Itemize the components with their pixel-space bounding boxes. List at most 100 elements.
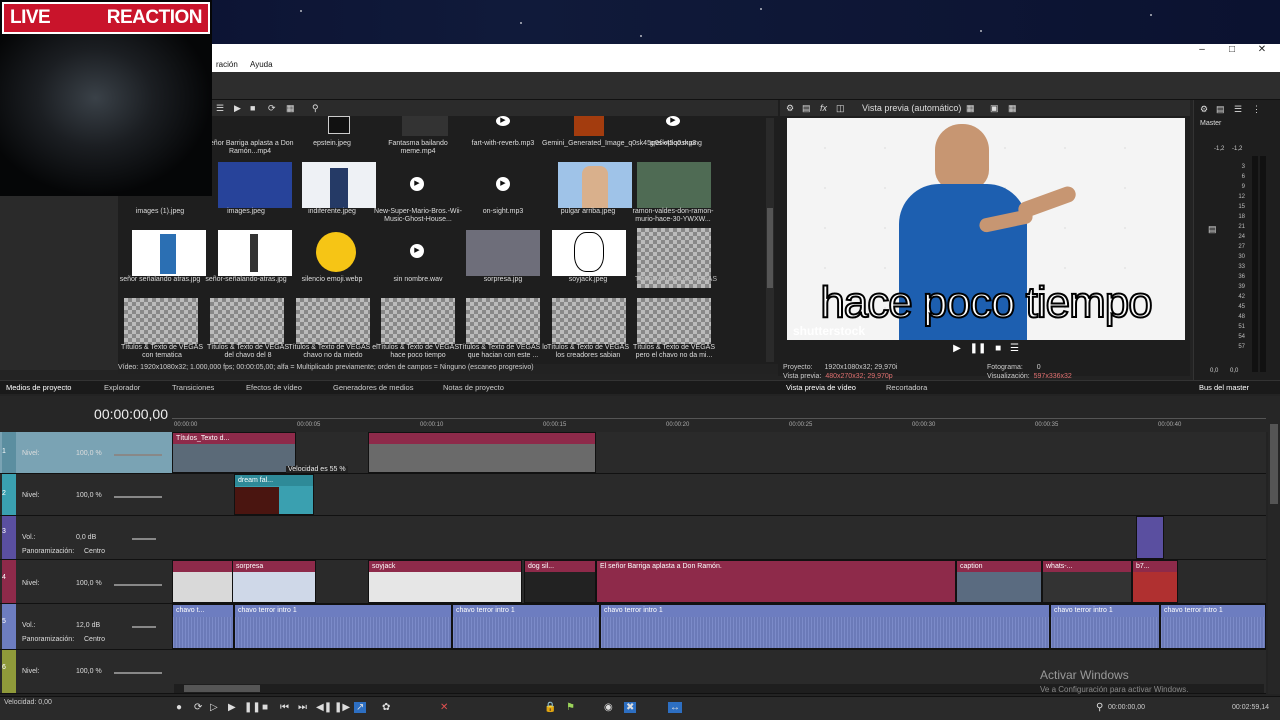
track-header-3[interactable]: 3 Vol.: 0,0 dB Panoramización: Centro xyxy=(0,516,172,560)
audio-clip[interactable]: chavo t... xyxy=(172,604,234,649)
track-header-5[interactable]: 5 Vol.: 12,0 dB Panoramización: Centro xyxy=(0,604,172,650)
stop-icon[interactable]: ■ xyxy=(995,343,1001,354)
media-thumb[interactable] xyxy=(302,116,376,136)
gear-icon[interactable]: ⚙ xyxy=(1200,104,1208,115)
level-slider[interactable] xyxy=(114,454,162,456)
media-thumb[interactable] xyxy=(637,162,711,208)
media-thumb[interactable] xyxy=(218,230,292,276)
tab-notas[interactable]: Notas de proyecto xyxy=(443,383,504,392)
media-thumb[interactable] xyxy=(218,116,292,136)
tab-recortadora[interactable]: Recortadora xyxy=(886,383,927,392)
image-clip[interactable]: dog sil... xyxy=(524,560,596,603)
media-thumb[interactable] xyxy=(558,116,632,136)
media-thumb[interactable] xyxy=(124,298,198,344)
timeline-vscroll[interactable] xyxy=(1268,418,1280,694)
more-icon[interactable]: ⋮ xyxy=(1252,104,1261,115)
stop-icon[interactable]: ■ xyxy=(250,103,255,113)
media-thumb[interactable] xyxy=(388,116,462,136)
snap-icon[interactable]: ◉ xyxy=(604,702,613,713)
media-thumb[interactable] xyxy=(302,162,376,208)
media-thumb[interactable] xyxy=(381,298,455,344)
go-start-icon[interactable]: ⏮ xyxy=(280,702,289,713)
crossfade-icon[interactable]: ↔ xyxy=(668,702,682,713)
lock-icon[interactable]: 🔒 xyxy=(544,702,556,713)
fader-handle[interactable]: ▤ xyxy=(1208,224,1217,235)
media-thumb[interactable] xyxy=(218,162,292,208)
options-icon[interactable]: ☰ xyxy=(216,103,224,114)
media-thumb[interactable] xyxy=(210,298,284,344)
bus-icon[interactable]: ▤ xyxy=(1216,104,1225,115)
menu-item-configuracion[interactable]: ración xyxy=(216,58,238,72)
level-slider[interactable] xyxy=(114,672,162,674)
media-thumb[interactable] xyxy=(637,298,711,344)
cursor-icon[interactable]: ⚲ xyxy=(1096,702,1103,713)
copy-icon[interactable]: ▣ xyxy=(990,103,999,114)
loop-icon[interactable]: ⟳ xyxy=(194,702,202,713)
pause-icon[interactable]: ❚❚ xyxy=(970,343,987,354)
minimize-icon[interactable]: – xyxy=(1187,44,1217,58)
audio-clip[interactable]: chavo terror intro 1 xyxy=(600,604,1050,649)
track-header-1[interactable]: 1 Nivel: 100,0 % xyxy=(0,432,172,474)
stop-icon[interactable]: ■ xyxy=(262,702,268,713)
play-start-icon[interactable]: ▷ xyxy=(210,702,218,713)
media-scrollbar[interactable] xyxy=(766,118,774,362)
image-clip[interactable]: caption xyxy=(956,560,1042,603)
go-end-icon[interactable]: ⏭ xyxy=(298,702,307,713)
media-thumb[interactable] xyxy=(552,230,626,276)
preview-options-icon[interactable]: ◫ xyxy=(836,103,845,114)
tab-vista-previa[interactable]: Vista previa de vídeo xyxy=(786,383,856,392)
mixer-icon[interactable]: ☰ xyxy=(1234,104,1242,115)
media-thumb[interactable] xyxy=(466,298,540,344)
image-clip[interactable]: soyjack xyxy=(368,560,522,603)
tab-transiciones[interactable]: Transiciones xyxy=(172,383,214,392)
fx-icon[interactable]: fx xyxy=(820,103,827,113)
video-clip[interactable]: dream fal... xyxy=(234,474,314,515)
maximize-icon[interactable]: □ xyxy=(1217,44,1247,58)
media-thumb[interactable] xyxy=(552,298,626,344)
image-clip[interactable]: b7... xyxy=(1132,560,1178,603)
play-icon[interactable]: ▶ xyxy=(234,103,241,114)
envelope-icon[interactable]: ✿ xyxy=(382,702,390,713)
media-thumb[interactable] xyxy=(466,230,540,276)
audio-clip[interactable] xyxy=(1136,516,1164,559)
record-icon[interactable]: ● xyxy=(176,702,182,713)
media-thumb[interactable] xyxy=(296,298,370,344)
prev-frame-icon[interactable]: ◀❚ xyxy=(316,702,332,713)
media-thumb[interactable] xyxy=(558,162,632,208)
menu-icon[interactable]: ☰ xyxy=(1010,343,1019,354)
views-icon[interactable]: ▦ xyxy=(286,103,295,114)
level-slider[interactable] xyxy=(114,584,162,586)
video-clip[interactable]: El señor Barriga aplasta a Don Ramón. xyxy=(596,560,956,603)
split-icon[interactable]: ▤ xyxy=(802,103,811,114)
tab-generadores[interactable]: Generadores de medios xyxy=(333,383,413,392)
zoom-icon[interactable]: ⚲ xyxy=(312,103,319,114)
image-clip[interactable]: sorpresa xyxy=(232,560,316,603)
tab-bus-master[interactable]: Bus del master xyxy=(1199,383,1249,392)
grid-icon[interactable]: ▦ xyxy=(966,103,975,114)
next-frame-icon[interactable]: ❚▶ xyxy=(334,702,350,713)
title-clip[interactable]: Títulos_Texto d... xyxy=(172,432,296,473)
preview-mode-select[interactable]: Vista previa (automático) xyxy=(862,103,961,113)
track-header-4[interactable]: 4 Nivel: 100,0 % xyxy=(0,560,172,604)
volume-slider[interactable] xyxy=(132,626,156,628)
close-icon[interactable]: ✕ xyxy=(1247,44,1277,58)
menu-item-ayuda[interactable]: Ayuda xyxy=(250,58,273,72)
media-thumb[interactable] xyxy=(132,230,206,276)
media-thumb[interactable] xyxy=(302,230,376,276)
title-clip[interactable] xyxy=(368,432,596,473)
play-icon[interactable]: ▶ xyxy=(953,343,961,354)
audio-clip[interactable]: chavo terror intro 1 xyxy=(452,604,600,649)
play-icon[interactable]: ▶ xyxy=(228,702,236,713)
audio-clip[interactable]: chavo terror intro 1 xyxy=(1050,604,1160,649)
volume-slider[interactable] xyxy=(132,538,156,540)
gear-icon[interactable]: ⚙ xyxy=(786,103,794,114)
tab-efectos[interactable]: Efectos de vídeo xyxy=(246,383,302,392)
autoripple-icon[interactable]: ✖ xyxy=(624,702,637,713)
image-clip[interactable]: whats-... xyxy=(1042,560,1132,603)
pause-icon[interactable]: ❚❚ xyxy=(244,702,261,713)
audio-clip[interactable]: chavo terror intro 1 xyxy=(1160,604,1266,649)
tab-medios[interactable]: Medios de proyecto xyxy=(6,383,71,392)
delete-icon[interactable]: ✕ xyxy=(440,702,448,713)
tab-explorador[interactable]: Explorador xyxy=(104,383,140,392)
save-icon[interactable]: ▦ xyxy=(1008,103,1017,114)
